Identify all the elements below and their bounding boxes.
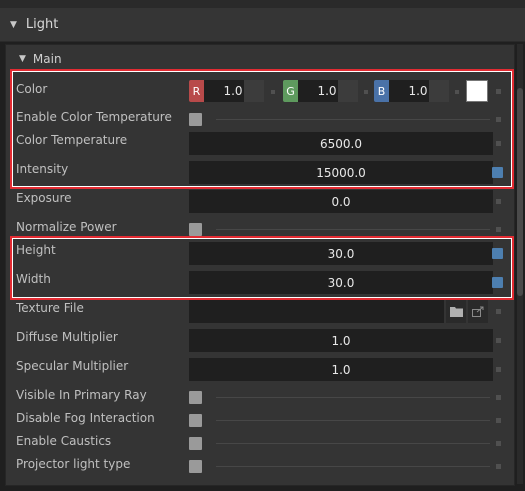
divider bbox=[216, 420, 490, 421]
projector-light-type-label: Projector light type bbox=[16, 457, 131, 471]
exposure-label: Exposure bbox=[16, 191, 72, 205]
specular-multiplier-label: Specular Multiplier bbox=[16, 359, 129, 373]
highlight-box-height-width bbox=[10, 236, 514, 300]
disable-fog-interaction-checkbox[interactable] bbox=[189, 414, 202, 427]
scrollbar-thumb[interactable] bbox=[517, 88, 523, 296]
anim-key-dot[interactable] bbox=[496, 464, 501, 469]
locate-file-icon[interactable] bbox=[468, 300, 488, 323]
enable-caustics-label: Enable Caustics bbox=[16, 434, 112, 448]
visible-in-primary-ray-label: Visible In Primary Ray bbox=[16, 388, 147, 402]
divider bbox=[216, 397, 490, 398]
anim-key-dot[interactable] bbox=[496, 227, 501, 232]
highlight-box-color-intensity bbox=[10, 69, 514, 189]
disable-fog-interaction-label: Disable Fog Interaction bbox=[16, 411, 155, 425]
group-header-main[interactable]: ▼ Main bbox=[11, 48, 501, 70]
diffuse-multiplier-label: Diffuse Multiplier bbox=[16, 330, 118, 344]
texture-file-label: Texture File bbox=[16, 301, 84, 315]
normalize-power-label: Normalize Power bbox=[16, 220, 117, 234]
top-band bbox=[0, 0, 525, 8]
specular-multiplier-field[interactable]: 1.0 bbox=[189, 358, 493, 381]
anim-key-dot[interactable] bbox=[496, 367, 501, 372]
anim-key-dot[interactable] bbox=[496, 418, 501, 423]
divider bbox=[216, 466, 490, 467]
section-header-light[interactable]: ▼ Light bbox=[0, 8, 525, 42]
anim-key-dot[interactable] bbox=[496, 395, 501, 400]
diffuse-multiplier-field[interactable]: 1.0 bbox=[189, 329, 493, 352]
anim-key-dot[interactable] bbox=[496, 338, 501, 343]
anim-key-dot[interactable] bbox=[496, 199, 501, 204]
normalize-power-checkbox[interactable] bbox=[189, 223, 202, 236]
anim-key-dot[interactable] bbox=[496, 309, 501, 314]
exposure-field[interactable]: 0.0 bbox=[189, 190, 493, 213]
caret-down-icon[interactable]: ▼ bbox=[19, 54, 26, 64]
section-title: Light bbox=[25, 17, 59, 32]
texture-file-field[interactable] bbox=[189, 300, 444, 323]
caret-down-icon[interactable]: ▼ bbox=[10, 20, 17, 30]
folder-icon[interactable] bbox=[446, 300, 466, 323]
projector-light-type-checkbox[interactable] bbox=[189, 460, 202, 473]
anim-key-dot[interactable] bbox=[496, 441, 501, 446]
divider bbox=[216, 443, 490, 444]
visible-in-primary-ray-checkbox[interactable] bbox=[189, 391, 202, 404]
enable-caustics-checkbox[interactable] bbox=[189, 437, 202, 450]
divider bbox=[216, 229, 490, 230]
group-title: Main bbox=[32, 52, 62, 66]
